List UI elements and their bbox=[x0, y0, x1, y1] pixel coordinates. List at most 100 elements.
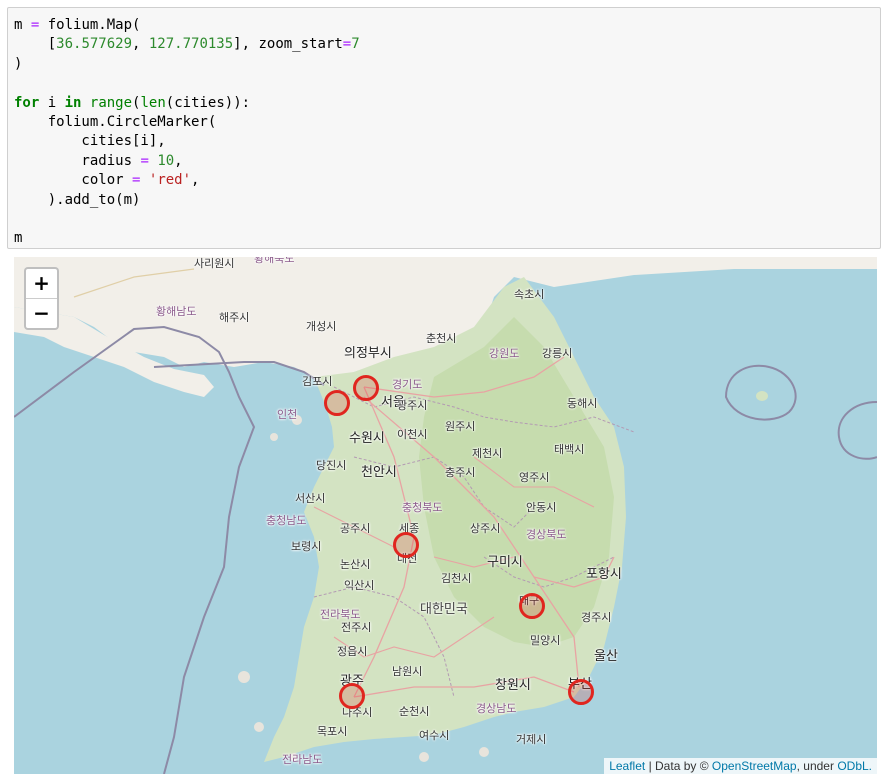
map-label: 천안시 bbox=[361, 465, 397, 480]
code-token: = bbox=[342, 36, 352, 53]
code-token: 10 bbox=[157, 152, 175, 169]
code-line: [36.577629, 127.770135], zoom_start=7 bbox=[14, 36, 360, 52]
attribution-separator: | Data by © bbox=[645, 759, 712, 773]
map-label: 경기도 bbox=[392, 378, 423, 391]
openstreetmap-link[interactable]: OpenStreetMap bbox=[712, 759, 797, 773]
map-label: 창원시 bbox=[495, 678, 531, 693]
map-label: 포항시 bbox=[586, 567, 622, 582]
map-label: 수원시 bbox=[349, 431, 385, 446]
code-line: color = 'red', bbox=[14, 172, 199, 188]
map-label: 김포시 bbox=[302, 375, 333, 388]
zoom-in-button[interactable]: + bbox=[26, 269, 57, 299]
map-label: 공주시 bbox=[340, 522, 371, 535]
map-label: 논산시 bbox=[340, 558, 371, 571]
code-token: (cities)): bbox=[165, 94, 251, 111]
map-label: 울산 bbox=[594, 649, 618, 664]
code-line: m = folium.Map( bbox=[14, 17, 140, 33]
map-label: 경상북도 bbox=[526, 528, 567, 541]
circle-marker-daegu[interactable] bbox=[519, 593, 545, 619]
map-label: 광주시 bbox=[397, 399, 428, 412]
code-token: range bbox=[89, 94, 133, 111]
circle-marker-busan[interactable] bbox=[568, 679, 594, 705]
map-label: 강원도 bbox=[489, 347, 520, 360]
map-label: 보령시 bbox=[291, 540, 322, 553]
code-cell[interactable]: m = folium.Map( [36.577629, 127.770135],… bbox=[7, 7, 881, 249]
map-label: 경주시 bbox=[581, 611, 612, 624]
code-token: ) bbox=[14, 55, 23, 72]
code-line: ).add_to(m) bbox=[14, 192, 141, 208]
map-label: 전라남도 bbox=[282, 753, 323, 766]
map-label: 태백시 bbox=[554, 443, 585, 456]
map-label: 익산시 bbox=[344, 579, 375, 592]
code-token: 'red' bbox=[148, 172, 192, 189]
map-label: 동해시 bbox=[567, 397, 598, 410]
map-label: 목포시 bbox=[317, 725, 348, 738]
map-label: 대한민국 bbox=[420, 602, 468, 617]
map-label: 충청남도 bbox=[266, 514, 307, 527]
code-token: , bbox=[174, 152, 183, 169]
map-label: 개성시 bbox=[306, 320, 337, 333]
code-token: folium.Map( bbox=[39, 17, 141, 33]
code-token: i bbox=[39, 94, 65, 111]
code-token: 36.577629 bbox=[56, 36, 133, 53]
map-label: 강릉시 bbox=[542, 347, 573, 360]
map-label: 밀양시 bbox=[530, 634, 561, 647]
code-token: m bbox=[14, 230, 23, 247]
code-token: ], zoom_start bbox=[233, 36, 343, 53]
circle-marker-seoul[interactable] bbox=[353, 375, 379, 401]
code-line: ) bbox=[14, 56, 22, 72]
map-label: 거제시 bbox=[516, 733, 547, 746]
map-label: 충청북도 bbox=[402, 501, 443, 514]
zoom-out-button[interactable]: − bbox=[26, 299, 57, 328]
leaflet-link[interactable]: Leaflet bbox=[609, 759, 645, 773]
code-token: m bbox=[14, 17, 31, 33]
map-label: 해주시 bbox=[219, 311, 250, 324]
map-label: 춘천시 bbox=[426, 332, 457, 345]
map-label: 속초시 bbox=[514, 288, 545, 301]
map-label: 황해북도 bbox=[254, 257, 295, 265]
map-label: 남원시 bbox=[392, 665, 423, 678]
code-token: len bbox=[140, 94, 166, 111]
map-label: 인천 bbox=[277, 408, 298, 421]
map-label: 이천시 bbox=[397, 428, 428, 441]
circle-marker-incheon[interactable] bbox=[324, 390, 350, 416]
map-label: 황해남도 bbox=[156, 305, 197, 318]
map-label: 안동시 bbox=[526, 501, 557, 514]
map-label: 당진시 bbox=[316, 459, 347, 472]
map-label: 충주시 bbox=[445, 466, 476, 479]
map-label: 전라북도 bbox=[320, 608, 361, 621]
map-label: 상주시 bbox=[470, 522, 501, 535]
code-token: , bbox=[191, 172, 200, 189]
map-label: 사리원시 bbox=[194, 257, 235, 270]
map-attribution: Leaflet | Data by © OpenStreetMap, under… bbox=[604, 758, 877, 774]
map-label: 영주시 bbox=[519, 471, 550, 484]
code-token: 7 bbox=[351, 36, 360, 53]
code-line: radius = 10, bbox=[14, 152, 183, 169]
map-label: 서산시 bbox=[295, 492, 326, 505]
code-token: in bbox=[64, 94, 82, 111]
code-token: [ bbox=[14, 36, 57, 53]
code-token: cities[i], bbox=[14, 133, 166, 150]
map-label: 여수시 bbox=[419, 729, 450, 742]
map-label: 원주시 bbox=[445, 420, 476, 433]
code-editor[interactable]: m = folium.Map( [36.577629, 127.770135],… bbox=[8, 8, 880, 249]
map-label: 나주시 bbox=[342, 706, 373, 719]
code-line: for i in range(len(cities)): bbox=[14, 95, 250, 111]
code-token: 127.770135 bbox=[148, 36, 234, 53]
circle-marker-daejeon[interactable] bbox=[393, 532, 419, 558]
code-token: for bbox=[14, 94, 40, 111]
folium-map[interactable]: 사리원시 황해북도황해남도 해주시개성시 속초시춘천시의정부시 강원도 강릉시김포시 경기도… bbox=[14, 257, 877, 774]
map-label: 의정부시 bbox=[344, 346, 392, 361]
code-token: radius bbox=[14, 152, 141, 169]
odbl-link[interactable]: ODbL. bbox=[837, 759, 872, 773]
code-token: = bbox=[140, 152, 149, 169]
map-label: 경상남도 bbox=[476, 702, 517, 715]
map-label: 전주시 bbox=[341, 621, 372, 634]
circle-marker-gwangju[interactable] bbox=[339, 683, 365, 709]
code-token: , bbox=[132, 36, 149, 53]
map-label: 정읍시 bbox=[337, 645, 368, 658]
map-label: 김천시 bbox=[441, 572, 472, 585]
attribution-under: , under bbox=[796, 759, 838, 773]
